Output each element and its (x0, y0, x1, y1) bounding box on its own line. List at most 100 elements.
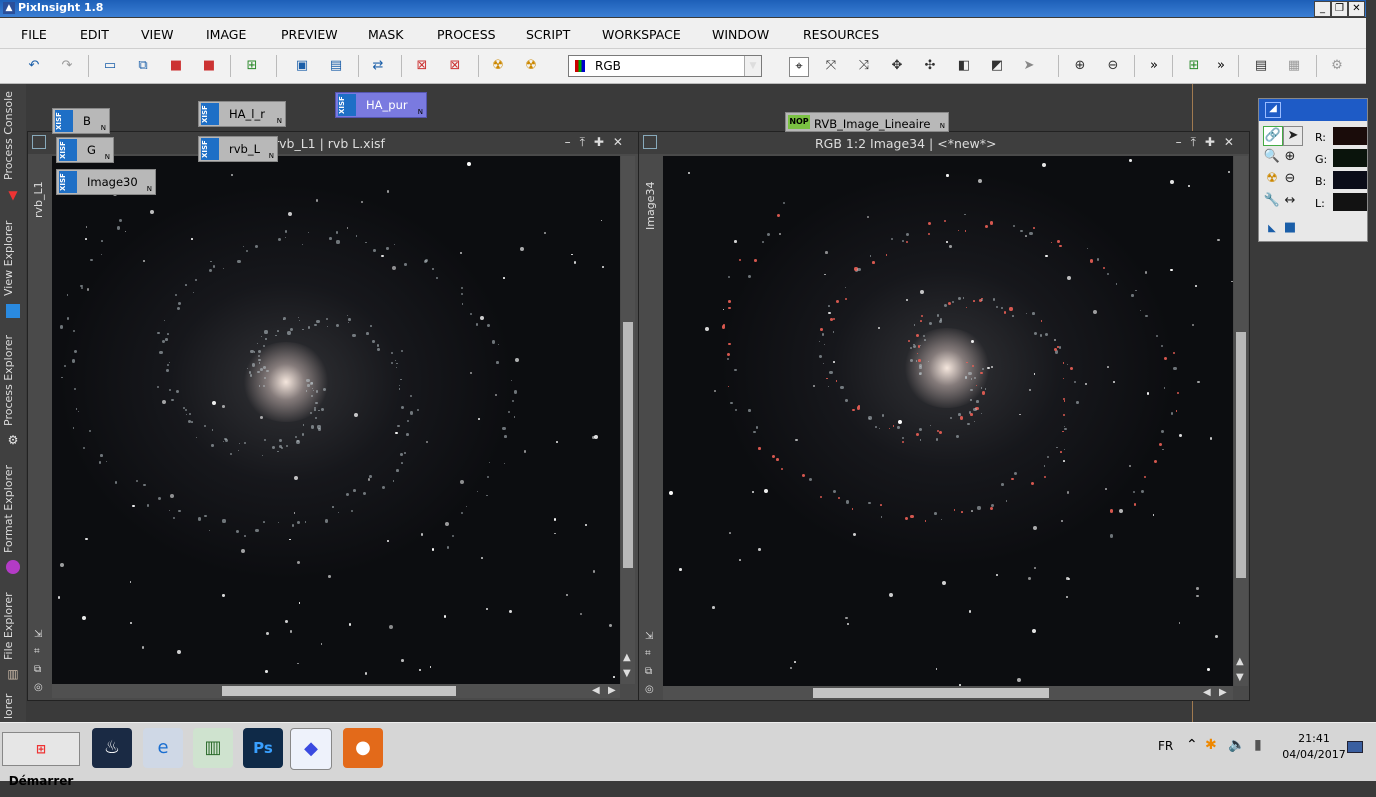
tab-explorer-partial[interactable]: lorer (2, 690, 24, 722)
zoom-in-icon[interactable]: ⊕ (1071, 57, 1089, 75)
image-canvas-left[interactable] (52, 156, 620, 684)
tab-process-console[interactable]: Process Console (2, 88, 24, 184)
process-icon-rvb-image-lineaire[interactable]: NOP RVB_Image_Lineaire N (785, 112, 949, 132)
target-icon[interactable]: ◎ (34, 682, 43, 693)
image-window-rvb-l1[interactable]: rvb_L1 | rvb L.xisf –⤒✚✕ rvb_L1 ⇲ ⌗ ⧉ ◎ … (27, 131, 639, 701)
copy-icon[interactable]: ⧉ (34, 664, 41, 675)
steam-icon[interactable]: ♨ (92, 728, 132, 768)
horizontal-scrollbar[interactable]: ◀ ▶ (52, 684, 620, 698)
zoom-in-out-icon[interactable]: ⤨ (855, 57, 873, 75)
tray-app-icon[interactable]: ✱ (1205, 737, 1217, 753)
window-title-bar[interactable]: RGB 1:2 Image34 | <*new*> –⤒✚✕ (639, 132, 1249, 154)
zoom-fit-icon[interactable]: ⇲ (645, 631, 653, 642)
menu-image[interactable]: IMAGE (206, 27, 246, 42)
new-image-icon[interactable]: ▭ (101, 57, 119, 75)
menu-window[interactable]: WINDOW (712, 27, 769, 42)
zoom-fit-icon[interactable]: ⤧ (822, 57, 840, 75)
notepad-icon[interactable]: ▥ (193, 728, 233, 768)
close-button[interactable]: ✕ (1348, 1, 1365, 17)
menu-file[interactable]: FILE (21, 27, 47, 42)
undo-icon[interactable]: ↶ (25, 57, 43, 75)
screen-icon[interactable]: ▣ (293, 57, 311, 75)
image-icon-image30[interactable]: XISF Image30 N (56, 169, 156, 195)
target-icon[interactable]: ◎ (645, 684, 654, 695)
wrench-icon[interactable]: 🔧 (1263, 192, 1281, 210)
pan-icon[interactable]: ✥ (888, 57, 906, 75)
vertical-scrollbar[interactable]: ▲ ▼ (621, 156, 635, 684)
bits-24-icon[interactable]: ▤ (327, 57, 345, 75)
horizontal-arrow-icon[interactable]: ↔ (1281, 192, 1299, 210)
photoshop-icon[interactable]: Ps (243, 728, 283, 768)
new-preview-icon[interactable]: ⊞ (243, 57, 261, 75)
channel-select[interactable]: RGB ▼ (568, 55, 762, 77)
minimize-button[interactable]: _ (1314, 1, 1331, 17)
horizontal-scrollbar[interactable]: ◀ ▶ (663, 686, 1233, 700)
stf-auto-icon[interactable]: ☢ (489, 57, 507, 75)
redo-icon[interactable]: ↷ (58, 57, 76, 75)
menu-script[interactable]: SCRIPT (526, 27, 570, 42)
show-desktop-icon[interactable] (1347, 741, 1363, 753)
window-buttons[interactable]: –⤒✚✕ (565, 135, 632, 150)
image-icon-rvb-l[interactable]: XISF rvb_L N (198, 136, 278, 162)
view-id-tab[interactable]: Image34 (644, 178, 658, 230)
more-tools-icon[interactable]: » (1145, 57, 1163, 75)
extract-channels-icon[interactable]: ■ (200, 57, 218, 75)
menu-resources[interactable]: RESOURCES (803, 27, 879, 42)
internet-explorer-icon[interactable]: e (143, 728, 183, 768)
image-icon-g[interactable]: XISF GN (56, 137, 114, 163)
center-icon[interactable]: ✣ (921, 57, 939, 75)
duplicate-image-icon[interactable]: ⧉ (134, 57, 152, 75)
zoom-out-icon[interactable]: ⊖ (1104, 57, 1122, 75)
tab-process-explorer[interactable]: Process Explorer (2, 328, 24, 432)
pointer-icon[interactable]: ➤ (1020, 57, 1038, 75)
explorer-panel-icon[interactable]: ▤ (1252, 57, 1270, 75)
image-icon-ha-l-r[interactable]: XISF HA_l_r N (198, 101, 286, 127)
tab-file-explorer[interactable]: File Explorer (2, 588, 24, 664)
restore-button[interactable]: ❐ (1331, 1, 1348, 17)
zoom-out-icon[interactable]: ⊖ (1281, 170, 1299, 188)
close-all-icon[interactable]: ⊠ (446, 57, 464, 75)
triangle-icon[interactable]: ◣ (1263, 220, 1281, 238)
image-window-image34[interactable]: RGB 1:2 Image34 | <*new*> –⤒✚✕ Image34 ⇲… (638, 131, 1250, 701)
fit-window-icon[interactable]: ⌗ (645, 648, 651, 659)
window-title-bar[interactable]: rvb_L1 | rvb L.xisf –⤒✚✕ (28, 132, 638, 154)
pixinsight-taskbar-icon[interactable]: ◆ (290, 728, 332, 770)
battery-icon[interactable]: ▮ (1254, 737, 1262, 753)
square-icon[interactable]: ■ (1281, 219, 1299, 237)
menu-process[interactable]: PROCESS (437, 27, 496, 42)
volume-icon[interactable]: 🔈 (1228, 737, 1245, 753)
swap-icon[interactable]: ⇄ (369, 57, 387, 75)
menu-workspace[interactable]: WORKSPACE (602, 27, 681, 42)
image-icon-b[interactable]: XISF BN (52, 108, 110, 134)
hide-icon[interactable]: ▦ (1285, 57, 1303, 75)
tab-format-explorer[interactable]: Format Explorer (2, 462, 24, 556)
clock[interactable]: 21:41 04/04/2017 (1282, 731, 1346, 763)
image-canvas-right[interactable] (663, 156, 1233, 686)
settings-icon[interactable]: ⚙ (1328, 57, 1346, 75)
zoom-fit-icon[interactable]: ⇲ (34, 629, 42, 640)
copy-icon[interactable]: ⧉ (645, 666, 652, 677)
firefox-icon[interactable]: ● (343, 728, 383, 768)
preview-edit-icon[interactable]: ◧ (955, 57, 973, 75)
more-workspace-icon[interactable]: » (1212, 57, 1230, 75)
window-buttons[interactable]: –⤒✚✕ (1176, 135, 1243, 150)
image-icon-ha-pur[interactable]: XISF HA_pur N (335, 92, 427, 118)
stf-reset-icon[interactable]: ☢ (522, 57, 540, 75)
menu-preview[interactable]: PREVIEW (281, 27, 338, 42)
stf-icon[interactable]: ☢ (1263, 170, 1281, 188)
tray-expand-icon[interactable]: ⌃ (1186, 737, 1198, 753)
rgb-channels-icon[interactable]: ■ (167, 57, 185, 75)
pointer-icon[interactable]: ➤ (1283, 126, 1303, 146)
link-icon[interactable]: 🔗 (1263, 126, 1283, 146)
zoom-in-icon[interactable]: ⊕ (1281, 148, 1299, 166)
dynamic-icon[interactable]: ◩ (988, 57, 1006, 75)
menu-edit[interactable]: EDIT (80, 27, 109, 42)
close-view-icon[interactable]: ⊠ (413, 57, 431, 75)
readout-mode-icon[interactable]: ⌖ (789, 57, 809, 77)
fit-window-icon[interactable]: ⌗ (34, 646, 40, 657)
zoom-icon[interactable]: 🔍 (1263, 148, 1281, 166)
new-workspace-icon[interactable]: ⊞ (1185, 57, 1203, 75)
menu-mask[interactable]: MASK (368, 27, 403, 42)
menu-view[interactable]: VIEW (141, 27, 174, 42)
language-indicator[interactable]: FR (1158, 739, 1173, 753)
